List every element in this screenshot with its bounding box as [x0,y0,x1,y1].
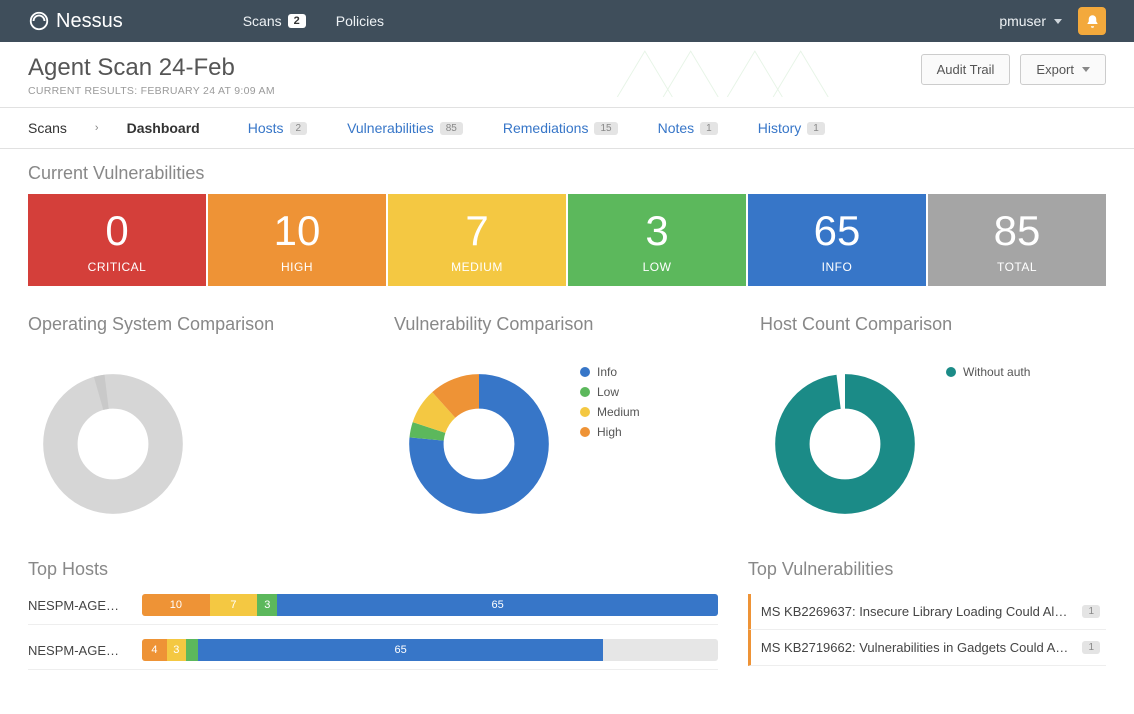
count-badge: 1 [1082,605,1100,618]
user-menu[interactable]: pmuser [999,13,1062,29]
legend-item: High [580,425,640,439]
content: Current Vulnerabilities 0CRITICAL10HIGH7… [0,149,1134,714]
chart-vuln-comparison: Vulnerability Comparison Info Low Medium Hi… [394,314,740,529]
nav-link-policies[interactable]: Policies [336,13,384,29]
count-badge: 15 [594,122,617,135]
severity-tile-total[interactable]: 85TOTAL [928,194,1106,286]
bottom-row: Top Hosts NESPM-AGE…107365NESPM-AGE…4365… [28,559,1106,684]
chart-os-comparison: Operating System Comparison [28,314,374,529]
chart-title: Operating System Comparison [28,314,374,335]
nav-link-scans[interactable]: Scans2 [243,13,306,29]
nessus-icon [28,10,50,32]
legend-swatch [580,427,590,437]
chevron-down-icon [1082,67,1090,72]
section-current-vuln: Current Vulnerabilities [28,163,1106,184]
tab-hosts[interactable]: Hosts2 [248,120,307,136]
host-bar: 43 65 [142,639,718,661]
severity-tile-critical[interactable]: 0CRITICAL [28,194,206,286]
bar-segment-high: 4 [142,639,167,661]
legend-swatch [946,367,956,377]
tabs-row: Scans › Dashboard Hosts2 Vulnerabilities8… [0,108,1134,149]
host-row[interactable]: NESPM-AGE… 43 65 [28,639,718,670]
tab-history[interactable]: History1 [758,120,825,136]
severity-tiles: 0CRITICAL10HIGH7MEDIUM3LOW65INFO85TOTAL [28,194,1106,286]
tab-remediations[interactable]: Remediations15 [503,120,618,136]
legend-swatch [580,387,590,397]
charts-row: Operating System Comparison Vulnerabilit… [28,314,1106,529]
user-name: pmuser [999,13,1046,29]
bar-segment-low: 3 [257,594,277,616]
donut-host [760,359,930,529]
bar-segment-medium: 3 [167,639,186,661]
tab-notes[interactable]: Notes1 [658,120,718,136]
legend-item: Info [580,365,640,379]
bar-segment-medium: 7 [210,594,257,616]
page-header: Agent Scan 24-Feb CURRENT RESULTS: FEBRU… [0,42,1134,108]
nav-links: Scans2 Policies [243,13,384,29]
donut-os [28,359,198,529]
breadcrumb-root[interactable]: Scans [28,120,67,136]
severity-tile-medium[interactable]: 7MEDIUM [388,194,566,286]
bar-segment-info: 65 [198,639,603,661]
audit-trail-button[interactable]: Audit Trail [921,54,1011,85]
host-row[interactable]: NESPM-AGE… 107365 [28,594,718,625]
chevron-right-icon: › [95,122,99,134]
vuln-title: MS KB2719662: Vulnerabilities in Gadgets… [761,640,1073,655]
legend-swatch [580,367,590,377]
notifications-button[interactable] [1078,7,1106,35]
vuln-title: MS KB2269637: Insecure Library Loading C… [761,604,1073,619]
section-top-vulns: Top Vulnerabilities [748,559,1106,580]
top-nav: Nessus Scans2 Policies pmuser [0,0,1134,42]
breadcrumb-current: Dashboard [127,120,200,136]
page-title: Agent Scan 24-Feb [28,54,275,82]
export-button[interactable]: Export [1020,54,1106,85]
chart-title: Host Count Comparison [760,314,1106,335]
donut-vuln [394,359,564,529]
count-badge: 85 [440,122,463,135]
legend-swatch [580,407,590,417]
section-top-hosts: Top Hosts [28,559,718,580]
bar-segment-high: 10 [142,594,210,616]
host-name: NESPM-AGE… [28,598,128,613]
severity-tile-low[interactable]: 3LOW [568,194,746,286]
vuln-item[interactable]: MS KB2269637: Insecure Library Loading C… [748,594,1106,630]
severity-tile-high[interactable]: 10HIGH [208,194,386,286]
count-badge: 1 [700,122,718,135]
bell-icon [1085,14,1100,29]
brand-logo[interactable]: Nessus [28,10,123,33]
chart-title: Vulnerability Comparison [394,314,740,335]
legend-vuln: Info Low Medium High [580,359,640,439]
tabs: Hosts2 Vulnerabilities85 Remediations15 Not… [248,120,825,136]
count-badge: 2 [288,14,306,28]
host-name: NESPM-AGE… [28,643,128,658]
page-subtitle: CURRENT RESULTS: FEBRUARY 24 AT 9:09 AM [28,85,275,97]
severity-tile-info[interactable]: 65INFO [748,194,926,286]
bar-segment-info: 65 [277,594,717,616]
legend-item: Without auth [946,365,1030,379]
host-bar: 107365 [142,594,718,616]
legend-item: Low [580,385,640,399]
nav-right: pmuser [999,7,1106,35]
bar-segment-low [186,639,198,661]
count-badge: 2 [290,122,308,135]
chart-host-comparison: Host Count Comparison Without auth [760,314,1106,529]
top-hosts-panel: Top Hosts NESPM-AGE…107365NESPM-AGE…4365 [28,559,718,684]
top-vulns-panel: Top Vulnerabilities MS KB2269637: Insecu… [748,559,1106,684]
count-badge: 1 [1082,641,1100,654]
chevron-down-icon [1054,19,1062,24]
legend-host: Without auth [946,359,1030,379]
brand-text: Nessus [56,10,123,33]
vuln-item[interactable]: MS KB2719662: Vulnerabilities in Gadgets… [748,630,1106,666]
tab-vulnerabilities[interactable]: Vulnerabilities85 [347,120,463,136]
legend-item: Medium [580,405,640,419]
count-badge: 1 [807,122,825,135]
